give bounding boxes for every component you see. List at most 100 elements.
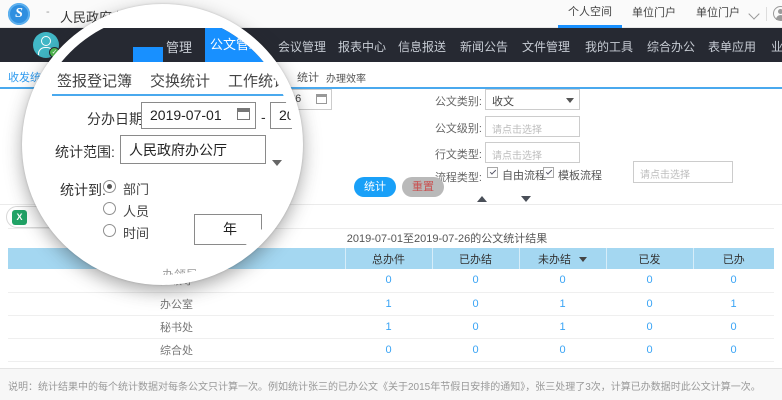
table-row: 办公室10101 [8, 292, 774, 315]
lens-nav-tab-active[interactable]: 公文管理 [205, 28, 267, 62]
filter-value-0: 收文 [492, 93, 514, 109]
nav-item-4[interactable]: 文件管理 [522, 38, 570, 55]
stat-cell-link[interactable]: 0 [693, 338, 774, 361]
filter-field-2[interactable]: 请点击选择 [485, 142, 580, 163]
lens-tab-0[interactable]: 签报登记簿 [57, 70, 132, 91]
app-window: S - 人民政府办公厅 个人空间单位门户单位门户 ✓ 5人 会议管理报表中心信息… [0, 0, 782, 400]
dropdown-caret-icon[interactable] [566, 98, 574, 103]
top-links: 个人空间单位门户单位门户 [558, 0, 782, 28]
lens-date-dash: - [261, 109, 266, 125]
table-row: 综合处00000 [8, 338, 774, 361]
filter-placeholder-1: 请点击选择 [492, 121, 542, 136]
filter-label-1: 公文级别: [428, 120, 482, 136]
magnifier-lens: 公文管理 管理 签报登记簿交换统计工作统计 分办日期: 2019-07-01 -… [22, 4, 303, 285]
title-separator: - [46, 6, 50, 18]
tab-processing-efficiency[interactable]: 办理效率 [326, 70, 366, 85]
flow-checkbox-1[interactable] [543, 167, 554, 178]
filter-label-0: 公文类别: [428, 93, 482, 109]
nav-item-8[interactable]: 业 [771, 38, 782, 55]
stat-cell-link[interactable]: 0 [519, 338, 606, 361]
stat-cell-link[interactable]: 0 [345, 338, 432, 361]
collapse-up-icon[interactable] [477, 196, 487, 202]
lens-year-value: 年 [223, 219, 237, 239]
calendar-icon[interactable] [237, 108, 250, 120]
column-header-2[interactable]: 未办结 [519, 248, 606, 269]
stat-cell-link[interactable]: 0 [519, 269, 606, 292]
row-org-name: 办公室 [8, 292, 345, 315]
stat-cell-link[interactable]: 0 [606, 315, 693, 338]
nav-item-7[interactable]: 表单应用 [708, 38, 756, 55]
lens-tab-2[interactable]: 工作统计 [228, 70, 288, 91]
stat-cell-link[interactable]: 0 [432, 292, 519, 315]
lens-date-label: 分办日期: [87, 109, 147, 129]
nav-item-1[interactable]: 报表中心 [338, 38, 386, 55]
nav-item-3[interactable]: 新闻公告 [460, 38, 508, 55]
top-link-0[interactable]: 个人空间 [558, 0, 622, 28]
flow-checkbox-0[interactable] [487, 167, 498, 178]
nav-item-2[interactable]: 信息报送 [398, 38, 446, 55]
lens-radio-2[interactable] [103, 224, 116, 237]
stat-cell-link[interactable]: 0 [606, 292, 693, 315]
stat-cell-link[interactable]: 1 [519, 315, 606, 338]
lens-radio-0[interactable] [103, 180, 116, 193]
calendar-icon[interactable] [316, 94, 327, 104]
stat-cell-link[interactable]: 0 [693, 315, 774, 338]
stat-cell-link[interactable]: 0 [606, 269, 693, 292]
stat-cell-link[interactable]: 1 [693, 292, 774, 315]
nav-item-5[interactable]: 我的工具 [585, 38, 633, 55]
stat-cell-link[interactable]: 1 [345, 315, 432, 338]
excel-icon: X [12, 210, 27, 225]
flow-option-label-1: 模板流程 [558, 167, 602, 183]
filter-field-0[interactable]: 收文 [485, 89, 580, 110]
lens-radio-label-2: 时间 [123, 223, 149, 242]
table-row: 秘书处10100 [8, 315, 774, 338]
top-link-1[interactable]: 单位门户 [622, 0, 686, 28]
column-header-0[interactable]: 总办件 [345, 248, 432, 269]
stat-cell-link[interactable]: 0 [345, 269, 432, 292]
stat-cell-link[interactable]: 1 [345, 292, 432, 315]
expand-down-icon[interactable] [521, 196, 531, 202]
user-icon[interactable] [773, 6, 782, 21]
filter-placeholder-2: 请点击选择 [492, 147, 542, 162]
lens-blue-fragment [133, 47, 163, 62]
divider [766, 7, 767, 21]
column-header-3[interactable]: 已发 [606, 248, 693, 269]
top-link-2[interactable]: 单位门户 [686, 0, 750, 28]
lens-tab-underline [52, 94, 303, 96]
tab-fragment[interactable]: 统计 [297, 69, 319, 85]
nav-item-6[interactable]: 综合办公 [647, 38, 695, 55]
lens-year-input[interactable]: 年 [194, 214, 262, 245]
filter-field-1[interactable]: 请点击选择 [485, 116, 580, 137]
flow-placeholder: 请点击选择 [640, 166, 690, 181]
note-bar: 说明：统计结果中的每个统计数据对每条公文只计算一次。例如统计张三的已办公文《关于… [0, 368, 782, 400]
stat-button[interactable]: 统计 [354, 177, 396, 197]
lens-range-value: 人民政府办公厅 [129, 140, 227, 160]
app-logo-icon: S [8, 3, 30, 25]
stat-cell-link[interactable]: 0 [432, 315, 519, 338]
lens-date-from-input[interactable]: 2019-07-01 [141, 102, 256, 129]
stat-cell-link[interactable]: 1 [519, 292, 606, 315]
column-header-1[interactable]: 已办结 [432, 248, 519, 269]
stat-cell-link[interactable]: 0 [693, 269, 774, 292]
lens-radio-label-0: 部门 [123, 179, 149, 198]
flow-select-input[interactable]: 请点击选择 [633, 161, 733, 183]
sort-caret-icon[interactable] [579, 257, 587, 262]
chevron-down-icon[interactable] [748, 8, 759, 19]
lens-date-from-value: 2019-07-01 [150, 107, 222, 123]
filter-label-2: 行文类型: [428, 146, 482, 162]
lens-range-label: 统计范围: [55, 142, 115, 162]
stat-cell-link[interactable]: 0 [432, 269, 519, 292]
stat-cell-link[interactable]: 0 [432, 338, 519, 361]
dropdown-caret-icon[interactable] [272, 160, 282, 166]
stat-cell-link[interactable]: 0 [606, 338, 693, 361]
row-org-name: 综合处 [8, 338, 345, 361]
reset-button[interactable]: 重置 [402, 177, 444, 197]
lens-range-select[interactable]: 人民政府办公厅 [120, 135, 266, 164]
lens-radio-label-1: 人员 [123, 201, 149, 220]
lens-radio-1[interactable] [103, 202, 116, 215]
lens-row-fragment: 办领导 [162, 266, 198, 283]
lens-tab-1[interactable]: 交换统计 [150, 70, 210, 91]
column-header-4[interactable]: 已办 [693, 248, 774, 269]
lens-target-label: 统计到: [60, 180, 106, 200]
lens-nav-fragment: 管理 [166, 37, 192, 56]
